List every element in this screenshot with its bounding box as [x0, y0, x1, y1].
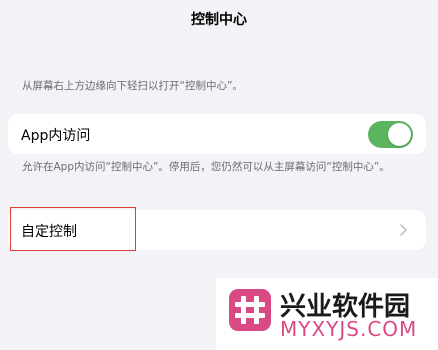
chevron-right-icon [400, 224, 407, 236]
app-access-footer: 允许在App内访问“控制中心”。停用后，您仍然可以从主屏幕访问“控制中心”。 [22, 161, 390, 173]
app-access-row: App内访问 [8, 114, 426, 154]
section-header: 从屏幕右上方边缘向下轻扫以打开“控制中心”。 [22, 80, 243, 92]
app-access-label: App内访问 [21, 128, 91, 144]
hash-logo-icon [229, 289, 271, 331]
watermark: 兴业软件园 MYXYJS.COM [216, 278, 438, 350]
watermark-url: MYXYJS.COM [280, 317, 418, 341]
highlight-annotation-box [10, 207, 136, 251]
page-title: 控制中心 [191, 12, 247, 28]
app-access-toggle[interactable] [368, 121, 413, 148]
toggle-knob [388, 123, 411, 146]
